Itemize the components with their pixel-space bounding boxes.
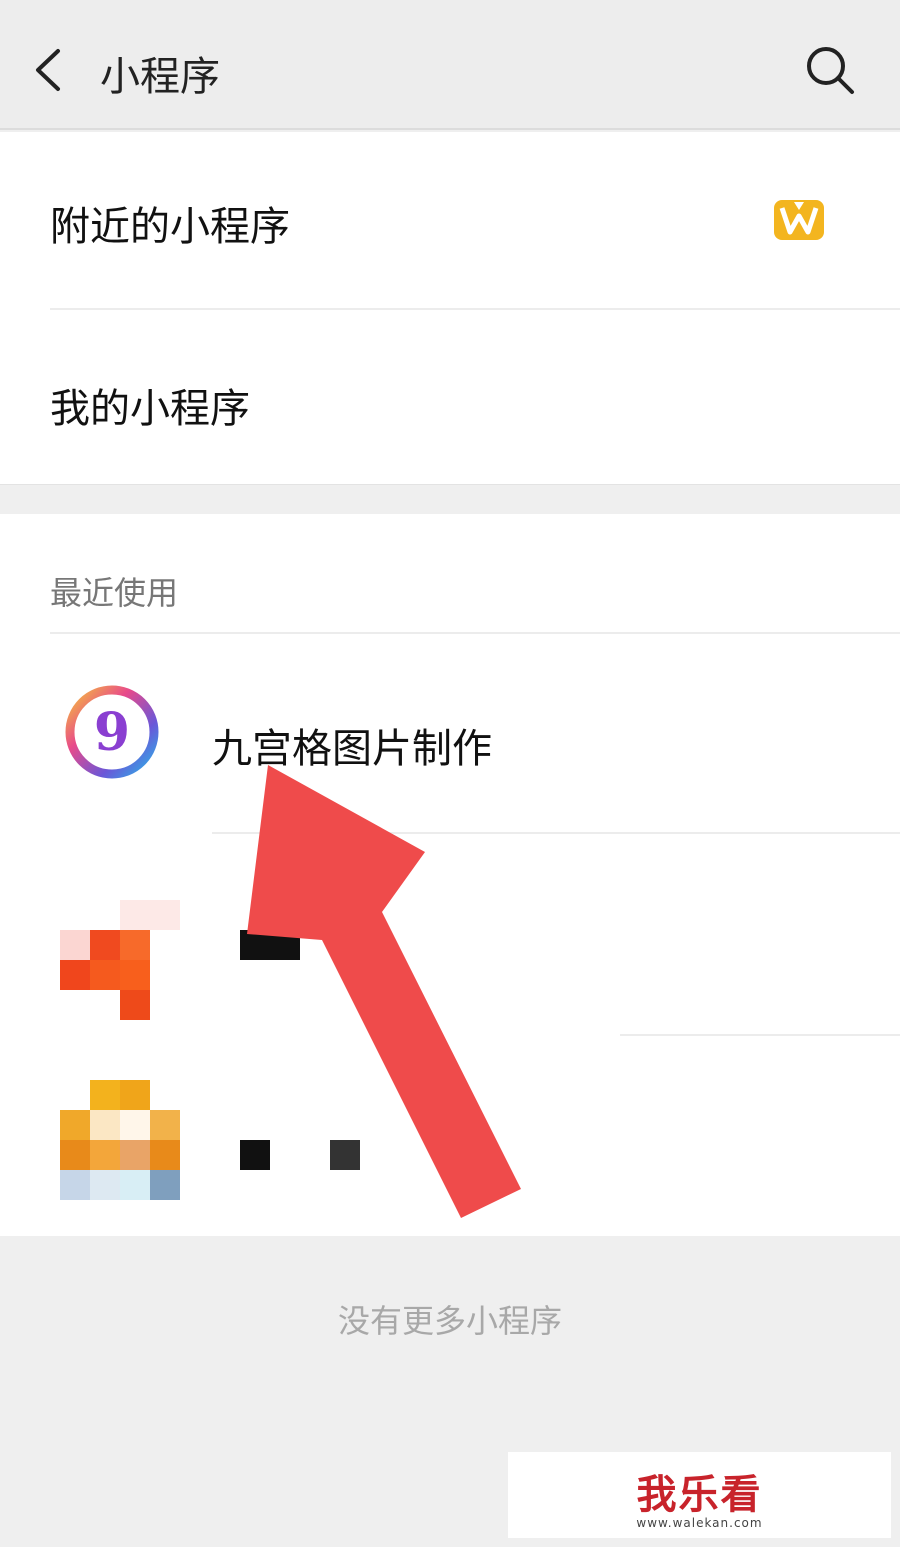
divider xyxy=(212,832,900,834)
recent-section-label: 最近使用 xyxy=(50,574,179,612)
redacted-name xyxy=(240,930,300,960)
top-bar: 小程序 xyxy=(0,0,900,130)
crown-w-icon xyxy=(774,200,824,240)
my-mini-programs-label: 我的小程序 xyxy=(50,386,250,432)
search-icon xyxy=(807,47,854,94)
recent-item-3[interactable] xyxy=(0,1080,900,1280)
app-name: 九宫格图片制作 xyxy=(212,726,492,772)
nine-grid-app-icon: 9 xyxy=(65,685,159,779)
chevron-left-icon xyxy=(36,49,60,91)
divider xyxy=(620,1034,900,1036)
recent-item-2[interactable] xyxy=(0,894,900,1094)
redacted-block xyxy=(330,1140,360,1170)
no-more-mini-programs-text: 没有更多小程序 xyxy=(337,1302,562,1340)
nearby-mini-programs-label: 附近的小程序 xyxy=(50,204,290,250)
search-button[interactable] xyxy=(804,44,856,96)
nearby-mini-programs-row[interactable]: 附近的小程序 xyxy=(0,132,900,310)
recent-item-nine-grid[interactable]: 9 九宫格图片制作 xyxy=(0,634,900,834)
recent-card: 最近使用 9 九宫格图片制作 xyxy=(0,514,900,1236)
back-button[interactable] xyxy=(28,45,68,95)
menu-card: 附近的小程序 我的小程序 xyxy=(0,132,900,485)
svg-text:9: 9 xyxy=(94,702,130,763)
page-title: 小程序 xyxy=(100,54,220,100)
redacted-block xyxy=(240,1140,270,1170)
my-mini-programs-row[interactable]: 我的小程序 xyxy=(0,310,900,486)
watermark-logo: 我乐看 www.walekan.com xyxy=(508,1452,891,1538)
watermark-url: www.walekan.com xyxy=(636,1516,763,1530)
watermark-title: 我乐看 xyxy=(636,1472,763,1518)
